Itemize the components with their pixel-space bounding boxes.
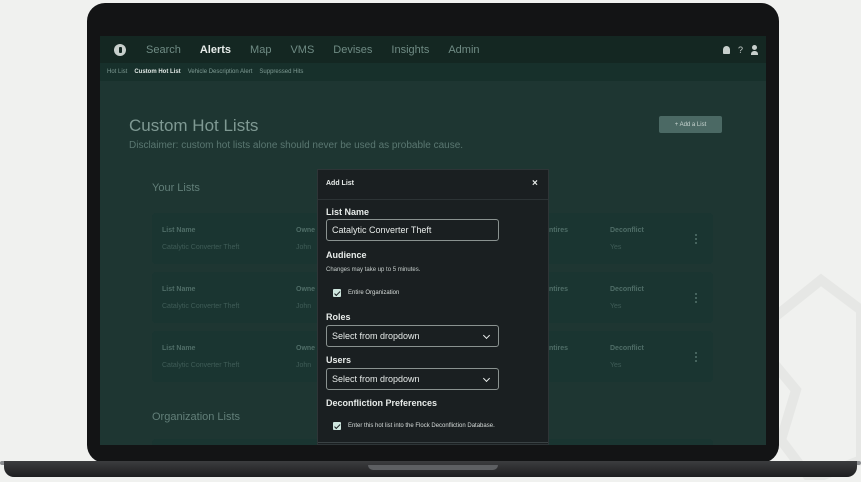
list-name-header: List Name — [162, 345, 196, 352]
modal-divider — [318, 442, 548, 443]
your-lists-heading: Your Lists — [152, 182, 200, 194]
deconflict-header: Deconflict — [610, 345, 644, 352]
owner-header: Owne — [296, 345, 316, 352]
deconflict-header: Deconflict — [610, 286, 644, 293]
roles-select-value: Select from dropdown — [332, 331, 420, 341]
help-icon[interactable]: ? — [738, 45, 743, 55]
owner-value: John — [296, 244, 312, 251]
nav-item-admin[interactable]: Admin — [448, 44, 479, 56]
nav-item-vms[interactable]: VMS — [290, 44, 314, 56]
list-name-value: Catalytic Converter Theft — [162, 244, 240, 251]
audience-note: Changes may take up to 5 minutes. — [326, 267, 421, 273]
nav-item-map[interactable]: Map — [250, 44, 271, 56]
list-name-input[interactable]: Catalytic Converter Theft — [326, 219, 499, 241]
list-name-value: Catalytic Converter Theft — [162, 362, 240, 369]
organization-lists-heading: Organization Lists — [152, 411, 241, 423]
list-name-value: Catalytic Converter Theft — [162, 303, 240, 310]
owner-header: Owne — [296, 227, 316, 234]
users-select[interactable]: Select from dropdown — [326, 368, 499, 390]
entires-header: ntires — [549, 227, 569, 234]
deconflict-value: Yes — [610, 362, 622, 369]
more-options-icon[interactable] — [695, 234, 697, 244]
close-icon[interactable]: × — [532, 178, 538, 189]
deconflict-header: Deconflict — [610, 227, 644, 234]
owner-value: John — [296, 362, 312, 369]
checkbox-checked-icon[interactable] — [333, 422, 341, 430]
bell-icon[interactable] — [722, 45, 730, 54]
owner-value: John — [296, 303, 312, 310]
subnav-item-hot-list[interactable]: Hot List — [107, 69, 127, 75]
nav-item-insights[interactable]: Insights — [391, 44, 429, 56]
roles-select[interactable]: Select from dropdown — [326, 325, 499, 347]
deconflict-value: Yes — [610, 303, 622, 310]
laptop-notch — [368, 465, 498, 470]
deconfliction-option-label: Enter this hot list into the Flock Decon… — [348, 423, 495, 429]
deconfliction-label: Deconfliction Preferences — [326, 398, 438, 408]
owner-header: Owne — [296, 286, 316, 293]
deconflict-value: Yes — [610, 244, 622, 251]
sub-navigation: Hot List Custom Hot List Vehicle Descrip… — [100, 63, 766, 81]
list-name-label: List Name — [326, 207, 370, 217]
entires-header: ntires — [549, 286, 569, 293]
add-list-button[interactable]: + Add a List — [659, 116, 722, 133]
page-title: Custom Hot Lists — [129, 116, 259, 135]
users-label: Users — [326, 355, 352, 365]
more-options-icon[interactable] — [695, 352, 697, 362]
chevron-down-icon — [482, 374, 491, 383]
entire-organization-label: Entire Organization — [348, 290, 400, 296]
more-options-icon[interactable] — [695, 293, 697, 303]
app-screen: Search Alerts Map VMS Devises Insights A… — [100, 36, 766, 445]
subnav-item-custom-hot-list[interactable]: Custom Hot List — [134, 69, 180, 75]
modal-header: Add List × — [318, 170, 548, 200]
user-icon[interactable] — [751, 44, 758, 55]
checkbox-checked-icon[interactable] — [333, 289, 341, 297]
modal-title: Add List — [326, 180, 354, 187]
subnav-item-suppressed-hits[interactable]: Suppressed Hits — [259, 69, 303, 75]
nav-item-alerts[interactable]: Alerts — [200, 44, 231, 56]
list-name-header: List Name — [162, 227, 196, 234]
subnav-item-vehicle-description-alert[interactable]: Vehicle Description Alert — [188, 69, 253, 75]
users-select-value: Select from dropdown — [332, 374, 420, 384]
audience-label: Audience — [326, 250, 367, 260]
entire-organization-checkbox[interactable]: Entire Organization — [333, 289, 399, 297]
chevron-down-icon — [482, 331, 491, 340]
list-name-header: List Name — [162, 286, 196, 293]
disclaimer-text: Disclaimer: custom hot lists alone shoul… — [129, 140, 464, 151]
top-navigation: Search Alerts Map VMS Devises Insights A… — [100, 36, 766, 63]
nav-item-search[interactable]: Search — [146, 44, 181, 56]
roles-label: Roles — [326, 312, 351, 322]
nav-item-devises[interactable]: Devises — [333, 44, 372, 56]
deconfliction-checkbox[interactable]: Enter this hot list into the Flock Decon… — [333, 422, 495, 430]
logo-icon[interactable] — [114, 43, 126, 56]
nav-actions: ? — [722, 36, 758, 63]
entires-header: ntires — [549, 345, 569, 352]
add-list-modal: Add List × List Name Catalytic Converter… — [317, 169, 549, 445]
